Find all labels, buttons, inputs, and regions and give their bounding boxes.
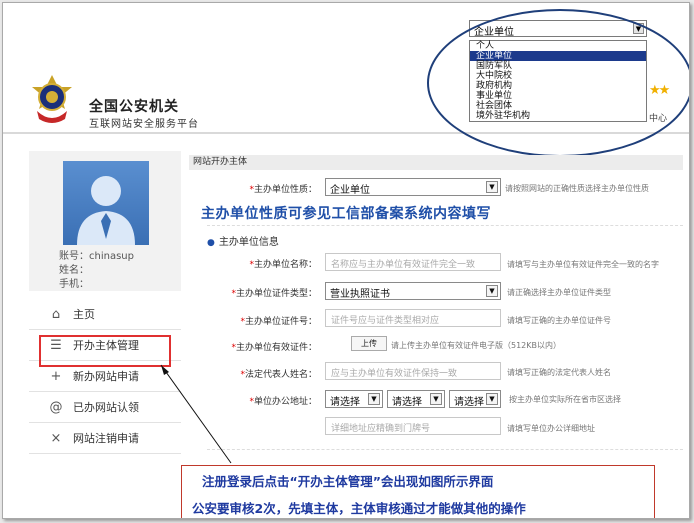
annotation-box: 注册登录后点击“开办主体管理”会出现如图所示界面 公安要审核2次，先填主体，主体…	[181, 465, 655, 518]
screenshot-frame: 全国公安机关 互联网站安全服务平台 ★★ 中心 企业单位 ▼ 个人 企业单位 国防军…	[2, 2, 690, 519]
annotation-arrow	[160, 364, 232, 464]
annotation-line-2: 公安要审核2次，先填主体，主体审核通过才能做其他的操作	[192, 501, 526, 516]
annotation-line-1: 注册登录后点击“开办主体管理”会出现如图所示界面	[202, 474, 494, 489]
